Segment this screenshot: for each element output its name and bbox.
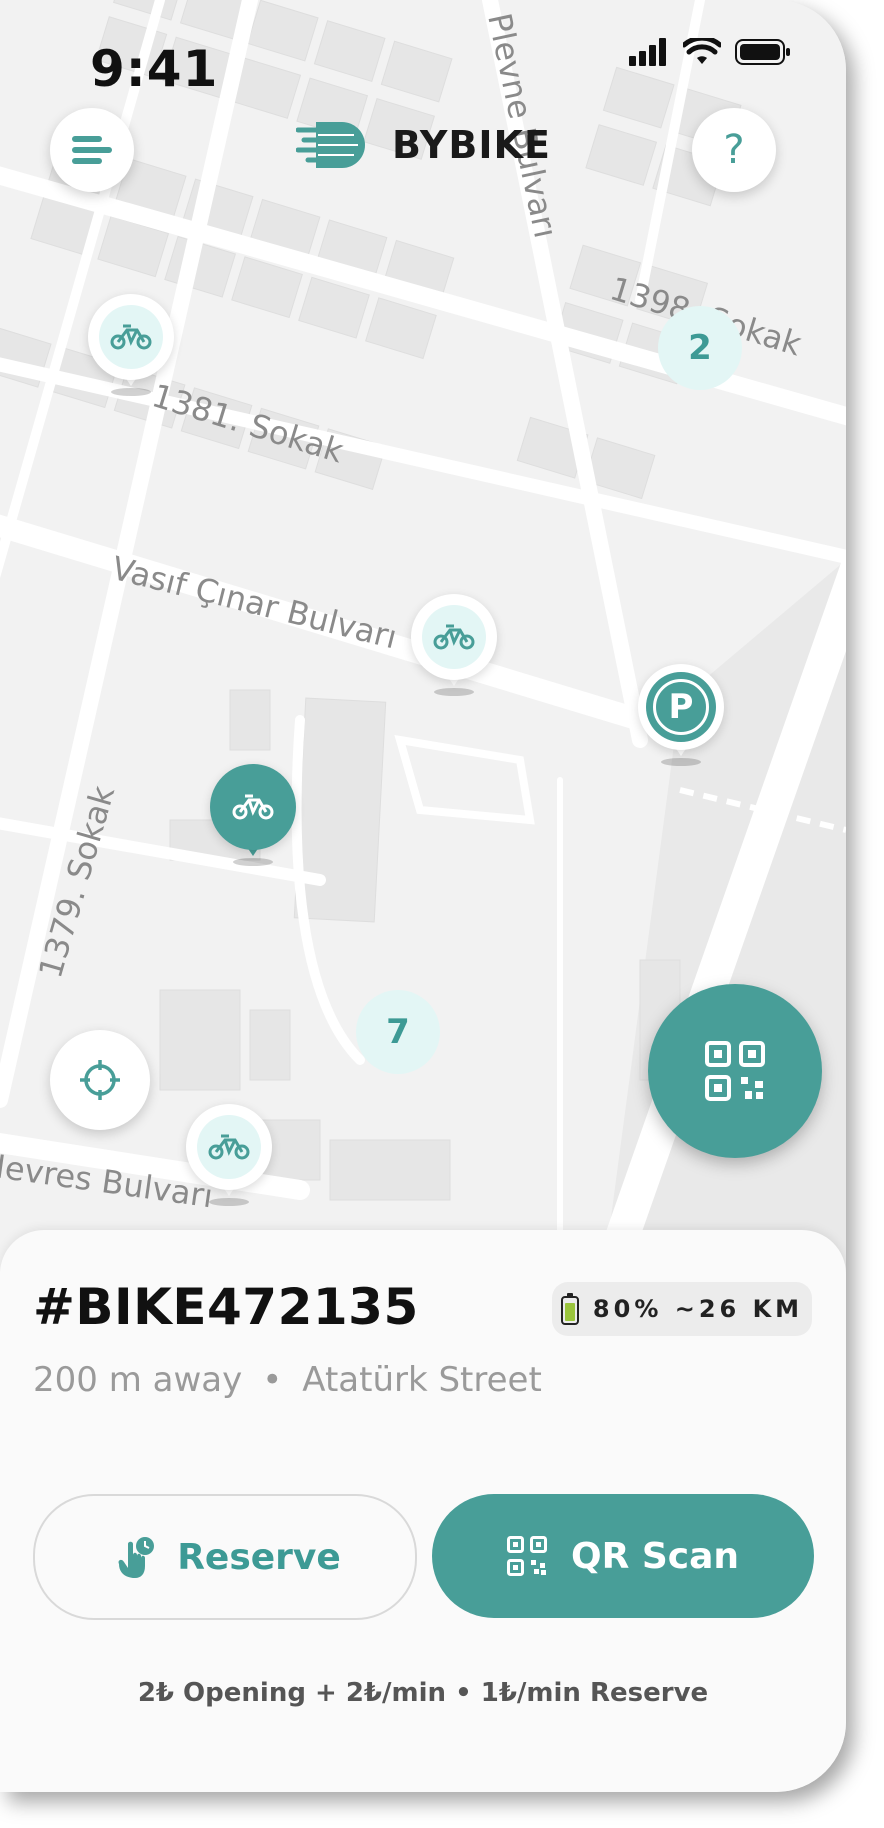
help-icon: ? (723, 127, 745, 173)
parking-pin[interactable]: P (638, 664, 724, 766)
locate-me-button[interactable] (50, 1030, 150, 1130)
menu-icon (72, 136, 112, 164)
phone-screen: Plevne Bulvarı 1398. Sokak 1381. Sokak V… (0, 0, 846, 1792)
bike-id: #BIKE472135 (33, 1278, 419, 1336)
battery-icon (560, 1293, 579, 1325)
bike-cluster[interactable]: 2 (658, 306, 742, 390)
pricing-info: 2₺ Opening + 2₺/min • 1₺/min Reserve (137, 1678, 709, 1708)
brand-logo: BYBIKE (296, 120, 551, 170)
signal-icon (629, 38, 666, 66)
crosshair-icon (80, 1060, 120, 1100)
bike-cluster[interactable]: 7 (356, 990, 440, 1074)
qr-scan-fab[interactable] (648, 984, 822, 1158)
qr-scan-button[interactable]: QR Scan (432, 1494, 814, 1618)
battery-status-icon (735, 39, 790, 65)
bike-pin[interactable] (186, 1104, 272, 1206)
wifi-icon (683, 38, 721, 64)
parking-icon: P (653, 679, 709, 735)
bybike-logo-icon (296, 122, 365, 168)
bike-icon (110, 324, 152, 350)
tap-clock-icon (118, 1537, 155, 1578)
qr-code-icon (705, 1041, 765, 1101)
qr-scan-label: QR Scan (570, 1535, 740, 1577)
bike-location-line: 200 m away • Atatürk Street (33, 1360, 542, 1400)
help-button[interactable]: ? (692, 108, 776, 192)
separator-dot: • (262, 1360, 283, 1400)
bike-pin[interactable] (411, 594, 497, 696)
bike-distance: 200 m away (33, 1360, 243, 1400)
status-icons (629, 38, 791, 66)
bike-icon (232, 794, 274, 820)
battery-badge: 80% ~26 KM (552, 1282, 812, 1336)
selected-bike-pin[interactable] (210, 764, 296, 866)
bike-street: Atatürk Street (302, 1360, 542, 1400)
battery-text: 80% ~26 KM (592, 1295, 804, 1323)
menu-button[interactable] (50, 108, 134, 192)
brand-name: BYBIKE (392, 123, 551, 167)
bike-icon (208, 1134, 250, 1160)
bike-pin[interactable] (88, 294, 174, 396)
bike-detail-sheet: #BIKE472135 80% ~26 KM 200 m away • Atat… (0, 1230, 846, 1792)
status-time: 9:41 (90, 40, 219, 98)
qr-code-icon (506, 1536, 547, 1576)
reserve-label: Reserve (177, 1536, 341, 1578)
bike-icon (433, 624, 475, 650)
reserve-button[interactable]: Reserve (33, 1494, 417, 1620)
